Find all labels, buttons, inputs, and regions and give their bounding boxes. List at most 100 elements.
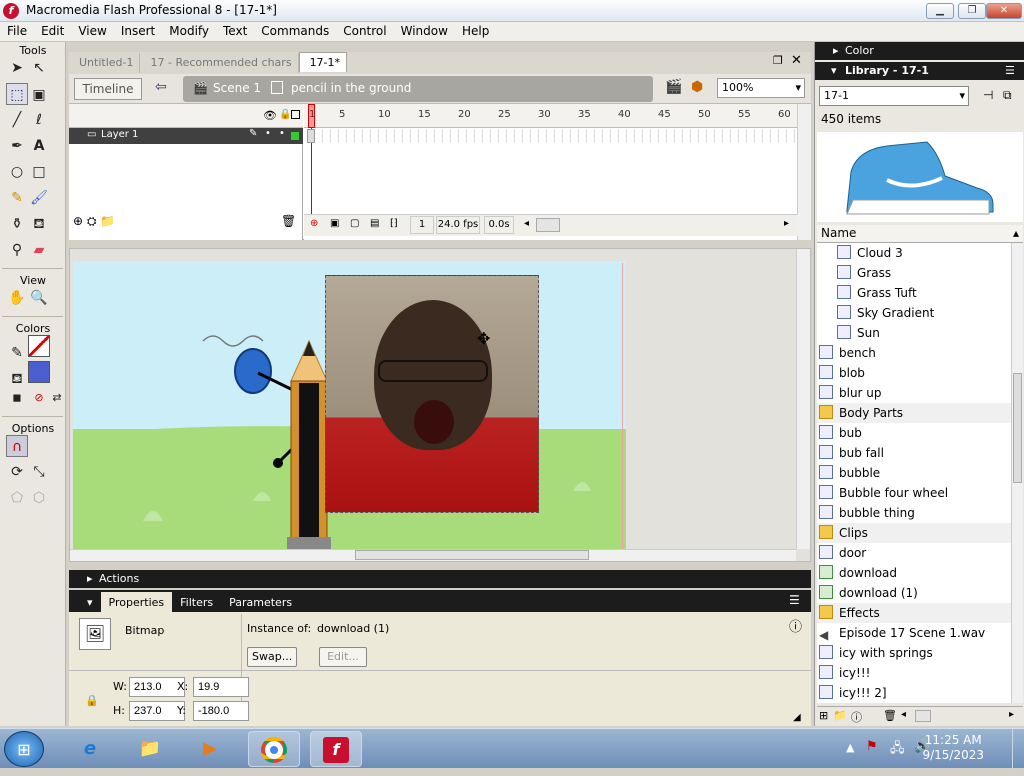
- timeline-scrollbar[interactable]: [797, 104, 811, 240]
- menu-window[interactable]: Window: [394, 22, 455, 42]
- scroll-left-icon[interactable]: ◂: [901, 709, 906, 720]
- playhead[interactable]: [308, 104, 315, 128]
- eye-icon[interactable]: 👁: [263, 109, 277, 122]
- fill-color-swatch[interactable]: [28, 361, 50, 383]
- library-item[interactable]: bubble: [817, 463, 1011, 483]
- library-menu-icon[interactable]: ☰: [1005, 64, 1015, 77]
- network-icon[interactable]: 🖧: [890, 739, 905, 761]
- menu-commands[interactable]: Commands: [254, 22, 336, 42]
- pin-library-icon[interactable]: ⊣: [983, 88, 993, 102]
- tab-parameters[interactable]: Parameters: [221, 592, 300, 612]
- library-item[interactable]: ◀ Episode 17 Scene 1.wav: [817, 623, 1011, 643]
- swap-colors-icon[interactable]: ⇄: [50, 387, 64, 409]
- lasso-tool-icon[interactable]: ℓ: [28, 109, 50, 131]
- selection-tool-icon[interactable]: ➤: [6, 57, 28, 79]
- pen-tool-icon[interactable]: ✒: [6, 135, 28, 157]
- zoom-tool-icon[interactable]: 🔍: [28, 287, 50, 309]
- delete-layer-icon[interactable]: 🗑: [281, 214, 296, 228]
- tab-untitled-1[interactable]: Untitled-1: [69, 53, 141, 73]
- timeline-h-thumb[interactable]: [536, 218, 560, 232]
- menu-control[interactable]: Control: [336, 22, 393, 42]
- no-color-icon[interactable]: ⊘: [28, 387, 50, 409]
- layer-visible-dot[interactable]: •: [265, 128, 271, 139]
- layer-outline-color[interactable]: [291, 132, 299, 140]
- flash-app-icon[interactable]: f: [3, 3, 19, 19]
- ink-bottle-tool-icon[interactable]: ⚱: [6, 213, 28, 235]
- modify-onion-markers-icon[interactable]: ⁅⁆: [390, 218, 398, 229]
- close-button[interactable]: ✕: [986, 3, 1022, 19]
- lock-ratio-icon[interactable]: 🔒: [85, 694, 99, 707]
- scale-icon[interactable]: ⤡: [28, 461, 50, 483]
- color-panel-header[interactable]: ▸ Color: [815, 42, 1024, 60]
- snap-magnet-icon[interactable]: ∩: [6, 435, 28, 457]
- library-item[interactable]: Bubble four wheel: [817, 483, 1011, 503]
- eraser-tool-icon[interactable]: ▰: [28, 239, 50, 261]
- menu-modify[interactable]: Modify: [162, 22, 216, 42]
- media-player-icon[interactable]: ▶: [184, 731, 236, 767]
- new-library-icon[interactable]: ⧉: [1003, 88, 1012, 103]
- outline-icon[interactable]: [291, 110, 300, 119]
- menu-help[interactable]: Help: [455, 22, 496, 42]
- layer-row[interactable]: ▭ Layer 1 ✎ • •: [69, 128, 303, 144]
- doc-restore-icon[interactable]: ❐: [773, 54, 783, 67]
- library-scroll-thumb[interactable]: [1013, 373, 1022, 483]
- library-item[interactable]: Body Parts: [817, 403, 1011, 423]
- minimize-button[interactable]: ▁: [926, 3, 954, 19]
- flash-taskbar-icon[interactable]: f: [310, 731, 362, 767]
- library-item[interactable]: download: [817, 563, 1011, 583]
- breadcrumb-scene[interactable]: Scene 1: [213, 81, 261, 95]
- library-item[interactable]: icy!!! 2]: [817, 683, 1011, 703]
- black-white-icon[interactable]: ◼: [6, 387, 28, 409]
- edit-symbols-icon[interactable]: ⬢: [691, 79, 703, 95]
- tab-properties[interactable]: Properties: [100, 592, 173, 612]
- tab-17-1[interactable]: 17-1*: [298, 52, 348, 72]
- library-item[interactable]: bub: [817, 423, 1011, 443]
- library-item[interactable]: bench: [817, 343, 1011, 363]
- panel-menu-icon[interactable]: ☰: [789, 593, 800, 607]
- fill-transform-tool-icon[interactable]: ▣: [28, 84, 50, 106]
- doc-close-icon[interactable]: ✕: [791, 53, 802, 68]
- frame-rate[interactable]: 24.0 fps: [436, 216, 480, 234]
- pencil-tool-icon[interactable]: ✎: [6, 187, 28, 209]
- lock-icon[interactable]: 🔒: [279, 109, 291, 120]
- actions-panel-header[interactable]: ▸ Actions: [69, 570, 811, 588]
- library-item[interactable]: Sky Gradient: [817, 303, 1011, 323]
- properties-icon[interactable]: ⓘ: [851, 709, 862, 725]
- onion-skin-icon[interactable]: ▣: [330, 218, 339, 229]
- y-field[interactable]: [193, 701, 249, 721]
- timeline-toggle-button[interactable]: Timeline: [74, 78, 142, 100]
- layer-name[interactable]: Layer 1: [101, 129, 138, 140]
- library-item[interactable]: icy with springs: [817, 643, 1011, 663]
- layer-lock-dot[interactable]: •: [279, 128, 285, 139]
- brush-tool-icon[interactable]: 🖌: [28, 187, 50, 209]
- eyedropper-tool-icon[interactable]: ⚲: [6, 239, 28, 261]
- stage-canvas[interactable]: ✥: [73, 261, 626, 551]
- library-item[interactable]: blob: [817, 363, 1011, 383]
- resize-grip-icon[interactable]: ◢: [793, 712, 801, 723]
- edit-multiple-frames-icon[interactable]: ▤: [370, 218, 379, 229]
- menu-view[interactable]: View: [71, 22, 113, 42]
- line-tool-icon[interactable]: ╱: [6, 109, 28, 131]
- add-folder-icon[interactable]: 📁: [100, 214, 115, 228]
- breadcrumb-symbol[interactable]: pencil in the ground: [291, 81, 411, 95]
- text-tool-icon[interactable]: A: [28, 135, 50, 157]
- library-item[interactable]: Grass: [817, 263, 1011, 283]
- keyframe[interactable]: [307, 129, 315, 143]
- library-h-thumb[interactable]: [915, 710, 931, 722]
- library-item[interactable]: door: [817, 543, 1011, 563]
- rotate-skew-icon[interactable]: ⟳: [6, 461, 28, 483]
- library-item[interactable]: download (1): [817, 583, 1011, 603]
- scroll-right-icon[interactable]: ▸: [1009, 709, 1014, 720]
- library-item[interactable]: Clips: [817, 523, 1011, 543]
- menu-insert[interactable]: Insert: [114, 22, 162, 42]
- file-explorer-icon[interactable]: 📁: [124, 731, 176, 767]
- library-item[interactable]: bubble thing: [817, 503, 1011, 523]
- paint-bucket-tool-icon[interactable]: ⛾: [28, 213, 50, 235]
- scroll-left-icon[interactable]: ◂: [524, 218, 529, 229]
- tray-expand-icon[interactable]: ▲: [846, 741, 854, 754]
- expand-arrow-icon[interactable]: ▾: [69, 592, 101, 612]
- library-select[interactable]: 17-1 ▾: [819, 86, 969, 106]
- subselection-tool-icon[interactable]: ↖: [28, 57, 50, 79]
- show-desktop-button[interactable]: [1012, 729, 1024, 769]
- oval-tool-icon[interactable]: ○: [6, 161, 28, 183]
